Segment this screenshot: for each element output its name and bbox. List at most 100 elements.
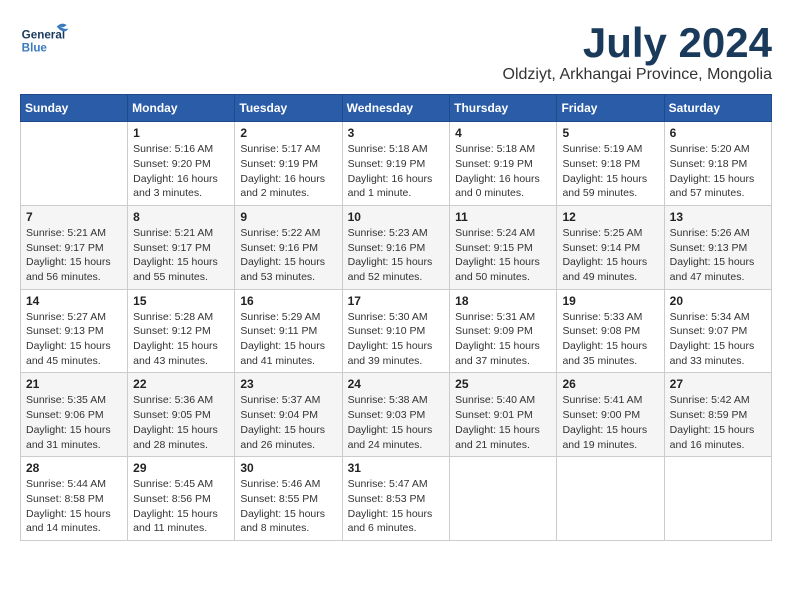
day-info: Sunrise: 5:21 AMSunset: 9:17 PMDaylight:… <box>26 226 122 285</box>
day-number: 28 <box>26 461 122 475</box>
weekday-header-friday: Friday <box>557 95 664 122</box>
day-info: Sunrise: 5:25 AMSunset: 9:14 PMDaylight:… <box>562 226 658 285</box>
calendar-cell <box>557 457 664 541</box>
calendar-table: SundayMondayTuesdayWednesdayThursdayFrid… <box>20 94 772 541</box>
location-title: Oldziyt, Arkhangai Province, Mongolia <box>503 66 772 84</box>
day-number: 18 <box>455 294 551 308</box>
week-row-2: 7 Sunrise: 5:21 AMSunset: 9:17 PMDaylight… <box>21 205 772 289</box>
day-info: Sunrise: 5:33 AMSunset: 9:08 PMDaylight:… <box>562 310 658 369</box>
calendar-cell: 9 Sunrise: 5:22 AMSunset: 9:16 PMDaylight… <box>235 205 342 289</box>
month-title: July 2024 <box>503 20 772 66</box>
day-info: Sunrise: 5:40 AMSunset: 9:01 PMDaylight:… <box>455 393 551 452</box>
day-info: Sunrise: 5:16 AMSunset: 9:20 PMDaylight:… <box>133 142 229 201</box>
day-number: 16 <box>240 294 336 308</box>
day-number: 1 <box>133 126 229 140</box>
logo-icon: General Blue <box>20 20 70 60</box>
day-info: Sunrise: 5:22 AMSunset: 9:16 PMDaylight:… <box>240 226 336 285</box>
day-number: 31 <box>348 461 445 475</box>
day-info: Sunrise: 5:46 AMSunset: 8:55 PMDaylight:… <box>240 477 336 536</box>
day-number: 29 <box>133 461 229 475</box>
calendar-cell: 29 Sunrise: 5:45 AMSunset: 8:56 PMDayligh… <box>128 457 235 541</box>
day-number: 12 <box>562 210 658 224</box>
day-number: 5 <box>562 126 658 140</box>
day-info: Sunrise: 5:17 AMSunset: 9:19 PMDaylight:… <box>240 142 336 201</box>
calendar-cell <box>450 457 557 541</box>
day-number: 3 <box>348 126 445 140</box>
title-block: July 2024 Oldziyt, Arkhangai Province, M… <box>503 20 772 84</box>
day-info: Sunrise: 5:29 AMSunset: 9:11 PMDaylight:… <box>240 310 336 369</box>
calendar-cell: 7 Sunrise: 5:21 AMSunset: 9:17 PMDaylight… <box>21 205 128 289</box>
calendar-cell: 12 Sunrise: 5:25 AMSunset: 9:14 PMDayligh… <box>557 205 664 289</box>
calendar-cell: 24Sunrise: 5:38 AMSunset: 9:03 PMDayligh… <box>342 373 450 457</box>
calendar-cell: 27 Sunrise: 5:42 AMSunset: 8:59 PMDayligh… <box>664 373 771 457</box>
calendar-cell: 13Sunrise: 5:26 AMSunset: 9:13 PMDayligh… <box>664 205 771 289</box>
calendar-cell: 30 Sunrise: 5:46 AMSunset: 8:55 PMDayligh… <box>235 457 342 541</box>
day-number: 23 <box>240 377 336 391</box>
svg-text:Blue: Blue <box>22 42 48 55</box>
calendar-cell: 22 Sunrise: 5:36 AMSunset: 9:05 PMDayligh… <box>128 373 235 457</box>
calendar-cell: 5 Sunrise: 5:19 AMSunset: 9:18 PMDaylight… <box>557 122 664 206</box>
calendar-cell: 4 Sunrise: 5:18 AMSunset: 9:19 PMDaylight… <box>450 122 557 206</box>
weekday-header-tuesday: Tuesday <box>235 95 342 122</box>
week-row-3: 14 Sunrise: 5:27 AMSunset: 9:13 PMDayligh… <box>21 289 772 373</box>
day-info: Sunrise: 5:44 AMSunset: 8:58 PMDaylight:… <box>26 477 122 536</box>
day-number: 22 <box>133 377 229 391</box>
day-info: Sunrise: 5:41 AMSunset: 9:00 PMDaylight:… <box>562 393 658 452</box>
day-number: 30 <box>240 461 336 475</box>
day-number: 4 <box>455 126 551 140</box>
page-header: General Blue July 2024 Oldziyt, Arkhanga… <box>20 20 772 84</box>
weekday-header-row: SundayMondayTuesdayWednesdayThursdayFrid… <box>21 95 772 122</box>
day-info: Sunrise: 5:36 AMSunset: 9:05 PMDaylight:… <box>133 393 229 452</box>
day-number: 25 <box>455 377 551 391</box>
day-number: 9 <box>240 210 336 224</box>
day-number: 2 <box>240 126 336 140</box>
calendar-cell: 23 Sunrise: 5:37 AMSunset: 9:04 PMDayligh… <box>235 373 342 457</box>
week-row-4: 21Sunrise: 5:35 AMSunset: 9:06 PMDayligh… <box>21 373 772 457</box>
calendar-cell <box>664 457 771 541</box>
day-number: 17 <box>348 294 445 308</box>
calendar-cell: 1 Sunrise: 5:16 AMSunset: 9:20 PMDaylight… <box>128 122 235 206</box>
calendar-cell: 25 Sunrise: 5:40 AMSunset: 9:01 PMDayligh… <box>450 373 557 457</box>
day-number: 10 <box>348 210 445 224</box>
calendar-cell: 19Sunrise: 5:33 AMSunset: 9:08 PMDayligh… <box>557 289 664 373</box>
day-info: Sunrise: 5:19 AMSunset: 9:18 PMDaylight:… <box>562 142 658 201</box>
calendar-cell: 18 Sunrise: 5:31 AMSunset: 9:09 PMDayligh… <box>450 289 557 373</box>
calendar-cell <box>21 122 128 206</box>
weekday-header-wednesday: Wednesday <box>342 95 450 122</box>
day-info: Sunrise: 5:18 AMSunset: 9:19 PMDaylight:… <box>455 142 551 201</box>
calendar-cell: 26Sunrise: 5:41 AMSunset: 9:00 PMDayligh… <box>557 373 664 457</box>
day-info: Sunrise: 5:37 AMSunset: 9:04 PMDaylight:… <box>240 393 336 452</box>
calendar-cell: 14 Sunrise: 5:27 AMSunset: 9:13 PMDayligh… <box>21 289 128 373</box>
day-info: Sunrise: 5:24 AMSunset: 9:15 PMDaylight:… <box>455 226 551 285</box>
svg-text:General: General <box>22 28 65 41</box>
day-info: Sunrise: 5:27 AMSunset: 9:13 PMDaylight:… <box>26 310 122 369</box>
weekday-header-monday: Monday <box>128 95 235 122</box>
calendar-cell: 10Sunrise: 5:23 AMSunset: 9:16 PMDayligh… <box>342 205 450 289</box>
day-number: 15 <box>133 294 229 308</box>
day-number: 11 <box>455 210 551 224</box>
day-info: Sunrise: 5:31 AMSunset: 9:09 PMDaylight:… <box>455 310 551 369</box>
day-info: Sunrise: 5:45 AMSunset: 8:56 PMDaylight:… <box>133 477 229 536</box>
calendar-cell: 8Sunrise: 5:21 AMSunset: 9:17 PMDaylight… <box>128 205 235 289</box>
calendar-cell: 31Sunrise: 5:47 AMSunset: 8:53 PMDayligh… <box>342 457 450 541</box>
week-row-5: 28 Sunrise: 5:44 AMSunset: 8:58 PMDayligh… <box>21 457 772 541</box>
calendar-cell: 3 Sunrise: 5:18 AMSunset: 9:19 PMDaylight… <box>342 122 450 206</box>
weekday-header-thursday: Thursday <box>450 95 557 122</box>
day-info: Sunrise: 5:35 AMSunset: 9:06 PMDaylight:… <box>26 393 122 452</box>
logo: General Blue <box>20 20 70 60</box>
day-info: Sunrise: 5:42 AMSunset: 8:59 PMDaylight:… <box>670 393 766 452</box>
calendar-cell: 20Sunrise: 5:34 AMSunset: 9:07 PMDayligh… <box>664 289 771 373</box>
day-number: 7 <box>26 210 122 224</box>
weekday-header-saturday: Saturday <box>664 95 771 122</box>
day-info: Sunrise: 5:21 AMSunset: 9:17 PMDaylight:… <box>133 226 229 285</box>
calendar-cell: 11 Sunrise: 5:24 AMSunset: 9:15 PMDayligh… <box>450 205 557 289</box>
day-info: Sunrise: 5:18 AMSunset: 9:19 PMDaylight:… <box>348 142 445 201</box>
week-row-1: 1 Sunrise: 5:16 AMSunset: 9:20 PMDaylight… <box>21 122 772 206</box>
day-number: 27 <box>670 377 766 391</box>
day-number: 14 <box>26 294 122 308</box>
calendar-cell: 6Sunrise: 5:20 AMSunset: 9:18 PMDaylight… <box>664 122 771 206</box>
calendar-cell: 21Sunrise: 5:35 AMSunset: 9:06 PMDayligh… <box>21 373 128 457</box>
day-number: 24 <box>348 377 445 391</box>
day-number: 6 <box>670 126 766 140</box>
day-number: 13 <box>670 210 766 224</box>
